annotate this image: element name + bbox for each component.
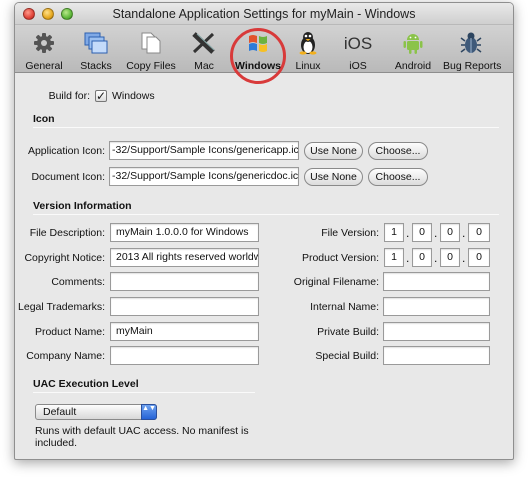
product-version-major-field[interactable]: 1 xyxy=(384,248,404,267)
tab-bug-reports[interactable]: Bug Reports xyxy=(443,31,502,72)
special-build-label: Special Build: xyxy=(315,350,379,362)
version-separator: . xyxy=(434,226,438,240)
version-separator: . xyxy=(406,251,410,265)
tab-windows-label: Windows xyxy=(235,60,281,72)
private-build-label: Private Build: xyxy=(317,326,379,338)
file-version-major-field[interactable]: 1 xyxy=(384,223,404,242)
version-separator: . xyxy=(462,226,466,240)
android-robot-icon xyxy=(402,31,424,58)
application-icon-path-field[interactable]: -32/Support/Sample Icons/genericapp.ico xyxy=(109,141,299,160)
title-bar: Standalone Application Settings for myMa… xyxy=(15,3,513,25)
tab-general-label: General xyxy=(25,60,63,72)
version-section-title: Version Information xyxy=(33,200,132,212)
product-version-minor-field[interactable]: 0 xyxy=(412,248,432,267)
uac-section-title: UAC Execution Level xyxy=(33,378,139,390)
tab-general[interactable]: General xyxy=(23,31,65,72)
tab-linux[interactable]: Linux xyxy=(293,31,323,72)
build-for-windows-checkbox[interactable]: ✓ xyxy=(95,90,107,102)
tab-copy-files[interactable]: Copy Files xyxy=(125,31,177,72)
version-section-divider xyxy=(33,214,499,215)
tab-bug-reports-label: Bug Reports xyxy=(443,60,502,72)
gear-icon xyxy=(33,32,55,57)
file-version-label: File Version: xyxy=(321,227,379,239)
select-arrows-icon: ▲▼ xyxy=(141,404,157,420)
tab-copy-files-label: Copy Files xyxy=(126,60,176,72)
uac-level-select[interactable]: Default ▲▼ xyxy=(35,404,157,420)
ios-text-icon: iOS xyxy=(343,34,373,53)
application-icon-label: Application Icon: xyxy=(27,145,105,157)
copy-files-icon xyxy=(140,31,162,58)
tab-mac-label: Mac xyxy=(194,60,214,72)
document-icon-path-field[interactable]: -32/Support/Sample Icons/genericdoc.ico xyxy=(109,167,299,186)
company-name-label: Company Name: xyxy=(26,350,105,362)
build-for-label: Build for: xyxy=(48,90,90,102)
product-name-label: Product Name: xyxy=(34,326,105,338)
tab-ios-label: iOS xyxy=(349,60,367,72)
tab-stacks-label: Stacks xyxy=(80,60,112,72)
tab-windows[interactable]: Windows xyxy=(234,31,282,72)
product-version-label: Product Version: xyxy=(301,252,379,264)
icon-section-title: Icon xyxy=(33,113,55,125)
file-version-patch-field[interactable]: 0 xyxy=(440,223,460,242)
document-icon-use-none-button[interactable]: Use None xyxy=(304,168,363,186)
windows-flag-icon xyxy=(246,32,270,57)
version-separator: . xyxy=(434,251,438,265)
file-description-label: File Description: xyxy=(29,227,105,239)
application-icon-use-none-button[interactable]: Use None xyxy=(304,142,363,160)
original-filename-label: Original Filename: xyxy=(293,276,379,288)
legal-trademarks-field[interactable] xyxy=(110,297,259,316)
internal-name-field[interactable] xyxy=(383,297,490,316)
tab-android[interactable]: Android xyxy=(391,31,435,72)
bug-icon xyxy=(460,31,482,58)
uac-section-divider xyxy=(33,392,255,393)
tab-ios[interactable]: iOS iOS xyxy=(343,31,373,72)
uac-level-select-value: Default xyxy=(43,406,77,418)
product-version-patch-field[interactable]: 0 xyxy=(440,248,460,267)
mac-x-icon xyxy=(192,31,216,57)
legal-trademarks-label: Legal Trademarks: xyxy=(18,301,105,313)
toolbar: General Stacks Copy Files Mac Windows Li… xyxy=(15,25,513,84)
icon-section-divider xyxy=(33,127,499,128)
application-icon-choose-button[interactable]: Choose... xyxy=(368,142,428,160)
close-window-button[interactable] xyxy=(23,8,35,20)
tab-linux-label: Linux xyxy=(295,60,321,72)
file-version-build-field[interactable]: 0 xyxy=(468,223,490,242)
comments-label: Comments: xyxy=(51,276,105,288)
original-filename-field[interactable] xyxy=(383,272,490,291)
file-version-minor-field[interactable]: 0 xyxy=(412,223,432,242)
document-icon-label: Document Icon: xyxy=(31,171,105,183)
zoom-window-button[interactable] xyxy=(61,8,73,20)
comments-field[interactable] xyxy=(110,272,259,291)
product-version-build-field[interactable]: 0 xyxy=(468,248,490,267)
tab-android-label: Android xyxy=(394,60,432,72)
tab-mac[interactable]: Mac xyxy=(189,31,219,72)
window-title: Standalone Application Settings for myMa… xyxy=(112,7,416,21)
private-build-field[interactable] xyxy=(383,322,490,341)
copyright-notice-field[interactable]: 2013 All rights reserved worldw xyxy=(110,248,259,267)
uac-description: Runs with default UAC access. No manifes… xyxy=(35,425,249,449)
version-separator: . xyxy=(406,226,410,240)
company-name-field[interactable] xyxy=(110,346,259,365)
internal-name-label: Internal Name: xyxy=(310,301,379,313)
copyright-notice-label: Copyright Notice: xyxy=(24,252,105,264)
document-icon-choose-button[interactable]: Choose... xyxy=(368,168,428,186)
settings-window: Standalone Application Settings for myMa… xyxy=(14,2,514,460)
product-name-field[interactable]: myMain xyxy=(110,322,259,341)
tux-penguin-icon xyxy=(298,31,318,58)
minimize-window-button[interactable] xyxy=(42,8,54,20)
version-separator: . xyxy=(462,251,466,265)
special-build-field[interactable] xyxy=(383,346,490,365)
file-description-field[interactable]: myMain 1.0.0.0 for Windows xyxy=(110,223,259,242)
stacks-icon xyxy=(84,32,108,57)
build-for-windows-label: Windows xyxy=(112,90,155,102)
tab-stacks[interactable]: Stacks xyxy=(77,31,115,72)
